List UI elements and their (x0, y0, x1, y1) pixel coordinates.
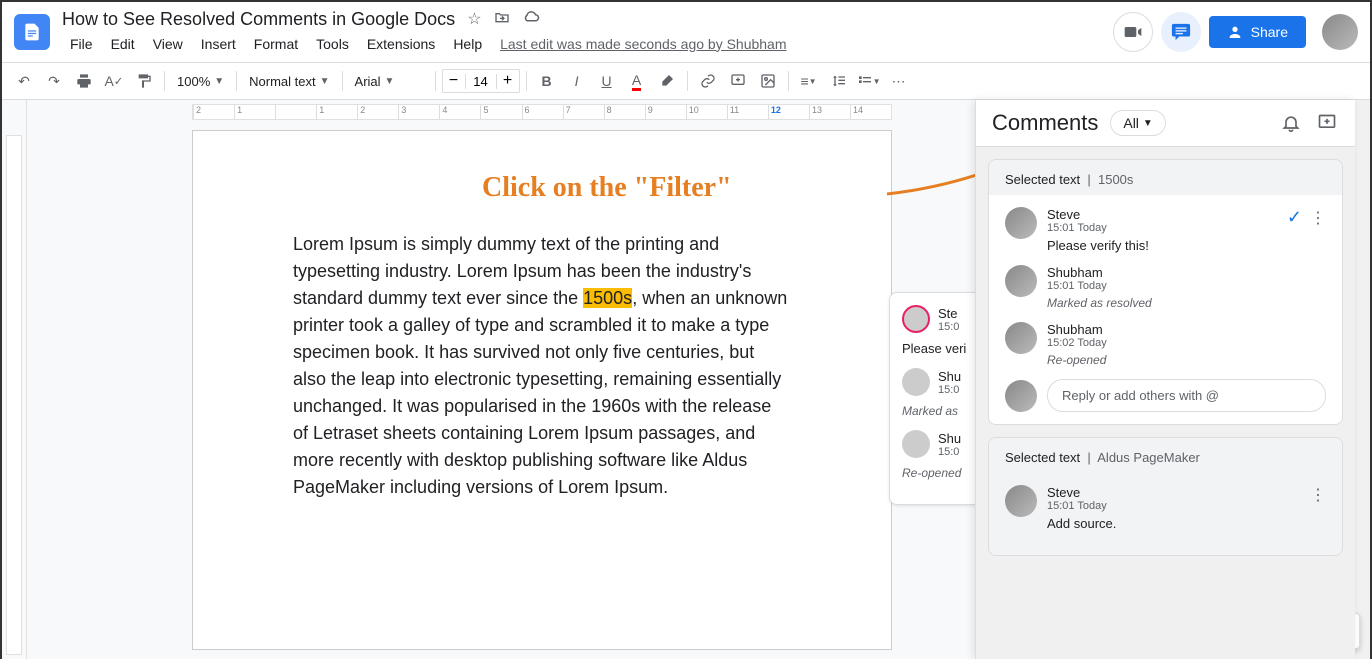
menu-view[interactable]: View (145, 32, 191, 56)
docs-logo[interactable] (14, 14, 50, 50)
zoom-dropdown[interactable]: 100%▼ (171, 67, 230, 95)
annotation-arrow (877, 112, 975, 202)
comment-status: Marked as resolved (1047, 296, 1326, 310)
highlight-icon[interactable] (653, 67, 681, 95)
italic-icon[interactable]: I (563, 67, 591, 95)
comments-panel: Comments All▼ Selected text | 1500s Steve… (975, 100, 1355, 659)
comment-row: Steve15:01 Today Please verify this! ✓ ⋮ (1005, 207, 1326, 253)
reply-avatar (1005, 380, 1037, 412)
document-title[interactable]: How to See Resolved Comments in Google D… (62, 9, 455, 30)
add-comment-icon[interactable] (724, 67, 752, 95)
comment-author: Steve (1047, 207, 1326, 222)
more-icon[interactable]: ⋮ (1310, 485, 1326, 505)
move-icon[interactable] (494, 9, 510, 30)
line-spacing-icon[interactable] (825, 67, 853, 95)
panel-body[interactable]: Selected text | 1500sSteve15:01 TodayPle… (976, 147, 1355, 659)
comment-text: Add source. (1047, 516, 1326, 531)
menu-tools[interactable]: Tools (308, 32, 357, 56)
menu-file[interactable]: File (62, 32, 101, 56)
filter-button[interactable]: All▼ (1110, 110, 1165, 136)
comment-avatar (1005, 207, 1037, 239)
menu-extensions[interactable]: Extensions (359, 32, 443, 56)
main-area: 211234567891011121314 Lorem Ipsum is sim… (2, 100, 1370, 659)
font-size-control: − 14 + (442, 69, 520, 93)
share-label: Share (1251, 24, 1288, 40)
link-icon[interactable] (694, 67, 722, 95)
checklist-icon[interactable]: ▼ (855, 67, 883, 95)
share-button[interactable]: Share (1209, 16, 1306, 48)
menu-insert[interactable]: Insert (193, 32, 244, 56)
resolve-check-icon[interactable]: ✓ (1287, 207, 1302, 228)
new-comment-icon[interactable] (1315, 111, 1339, 135)
bold-icon[interactable]: B (533, 67, 561, 95)
comment-time: 15:01 Today (1047, 222, 1326, 234)
comment-author: Shubham (1047, 265, 1326, 280)
comment-thread[interactable]: Selected text | Aldus PageMaker Steve15:0… (988, 437, 1343, 556)
background-comment-card[interactable]: Ste15:0 Please veri Shu15:0 Marked as Sh… (889, 292, 975, 505)
comment-author: Shubham (1047, 322, 1326, 337)
comment-time: 15:01 Today (1047, 500, 1326, 512)
menu-help[interactable]: Help (445, 32, 490, 56)
star-icon[interactable]: ☆ (467, 9, 481, 29)
comment-time: 15:02 Today (1047, 337, 1326, 349)
underline-icon[interactable]: U (593, 67, 621, 95)
undo-icon[interactable]: ↶ (10, 67, 38, 95)
toolbar: ↶ ↷ A✓ 100%▼ Normal text▼ Arial▼ − 14 + … (2, 62, 1370, 100)
title-area: How to See Resolved Comments in Google D… (62, 9, 1113, 56)
more-toolbar-icon[interactable]: ⋯ (885, 67, 913, 95)
thread-header: Selected text | Aldus PageMaker (989, 438, 1342, 473)
meet-icon[interactable] (1113, 12, 1153, 52)
menu-format[interactable]: Format (246, 32, 306, 56)
cloud-icon[interactable] (522, 10, 540, 29)
panel-header: Comments All▼ (976, 100, 1355, 147)
font-size-value[interactable]: 14 (465, 74, 497, 89)
style-dropdown[interactable]: Normal text▼ (243, 67, 335, 95)
spellcheck-icon[interactable]: A✓ (100, 67, 128, 95)
left-gutter (2, 100, 27, 659)
comment-row: Shubham15:01 Today Marked as resolved (1005, 265, 1326, 310)
scrollbar[interactable] (1355, 100, 1370, 659)
comment-avatar (1005, 485, 1037, 517)
font-dropdown[interactable]: Arial▼ (349, 67, 429, 95)
thread-header: Selected text | 1500s (989, 160, 1342, 195)
header: How to See Resolved Comments in Google D… (2, 2, 1370, 62)
horizontal-ruler[interactable]: 211234567891011121314 (192, 104, 892, 120)
comment-avatar (1005, 265, 1037, 297)
menu-bar: File Edit View Insert Format Tools Exten… (62, 32, 1113, 56)
panel-title: Comments (992, 110, 1098, 136)
comment-text: Please verify this! (1047, 238, 1326, 253)
print-icon[interactable] (70, 67, 98, 95)
comment-row: Steve15:01 Today Add source. ⋮ (1005, 485, 1326, 531)
comment-thread[interactable]: Selected text | 1500sSteve15:01 TodayPle… (988, 159, 1343, 425)
more-icon[interactable]: ⋮ (1310, 208, 1326, 228)
document-text[interactable]: Lorem Ipsum is simply dummy text of the … (293, 231, 791, 501)
user-avatar[interactable] (1322, 14, 1358, 50)
comment-status: Re-opened (1047, 353, 1326, 367)
font-size-minus[interactable]: − (443, 72, 465, 90)
paint-format-icon[interactable] (130, 67, 158, 95)
menu-edit[interactable]: Edit (103, 32, 143, 56)
font-size-plus[interactable]: + (497, 72, 519, 90)
image-icon[interactable] (754, 67, 782, 95)
comment-author: Steve (1047, 485, 1326, 500)
annotation-text: Click on the "Filter" (482, 172, 732, 204)
text-color-icon[interactable]: A (623, 67, 651, 95)
reply-input[interactable]: Reply or add others with @ (1047, 379, 1326, 412)
comment-time: 15:01 Today (1047, 280, 1326, 292)
last-edit-link[interactable]: Last edit was made seconds ago by Shubha… (500, 36, 786, 52)
highlighted-text[interactable]: 1500s (583, 288, 632, 308)
notifications-icon[interactable] (1279, 111, 1303, 135)
comments-icon[interactable] (1161, 12, 1201, 52)
page[interactable]: Lorem Ipsum is simply dummy text of the … (192, 130, 892, 650)
comment-row: Shubham15:02 Today Re-opened (1005, 322, 1326, 367)
document-area: 211234567891011121314 Lorem Ipsum is sim… (27, 100, 975, 659)
align-icon[interactable]: ≡ ▼ (795, 67, 823, 95)
vertical-ruler (6, 135, 22, 655)
redo-icon[interactable]: ↷ (40, 67, 68, 95)
comment-avatar (1005, 322, 1037, 354)
